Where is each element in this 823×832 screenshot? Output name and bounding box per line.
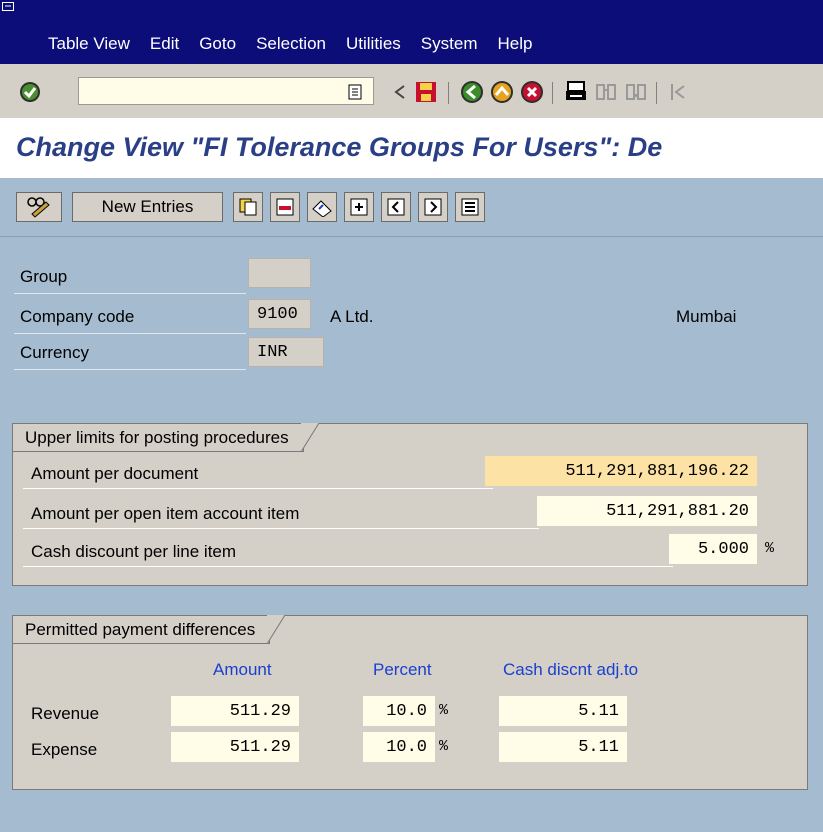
- print-icon[interactable]: [564, 80, 588, 104]
- company-name: A Ltd.: [330, 307, 374, 326]
- cash-discount-per-line-field[interactable]: 5.000: [669, 534, 757, 564]
- column-header-cash-discount: Cash discnt adj.to: [503, 660, 639, 679]
- separator: [656, 82, 657, 104]
- menu-edit[interactable]: Edit: [150, 34, 179, 54]
- row-divider: [14, 293, 246, 294]
- tab-slant: [267, 615, 286, 644]
- exit-icon[interactable]: [490, 80, 514, 104]
- row-divider: [23, 528, 539, 529]
- expense-label: Expense: [31, 740, 98, 759]
- amount-per-document-label: Amount per document: [31, 464, 199, 483]
- application-toolbar: New Entries: [0, 178, 823, 237]
- list-icon: [461, 198, 479, 216]
- delete-icon: [276, 198, 294, 216]
- percent-unit: %: [765, 540, 775, 557]
- next-entry-button[interactable]: [418, 192, 448, 222]
- amount-per-document-field[interactable]: 511,291,881,196.22: [485, 456, 757, 486]
- new-entries-button[interactable]: New Entries: [72, 192, 223, 222]
- revenue-cash-discount-field[interactable]: 5.11: [499, 696, 627, 726]
- find-icon[interactable]: [594, 80, 618, 104]
- cancel-icon[interactable]: [520, 80, 544, 104]
- menu-table-view[interactable]: Table View: [48, 34, 130, 54]
- previous-entry-button[interactable]: [381, 192, 411, 222]
- row-divider: [23, 488, 493, 489]
- next-entry-icon: [424, 198, 442, 216]
- variable-list-button[interactable]: [455, 192, 485, 222]
- save-icon[interactable]: [414, 80, 438, 104]
- display-change-button[interactable]: [16, 192, 62, 222]
- copy-as-button[interactable]: [233, 192, 263, 222]
- column-header-amount: Amount: [213, 660, 272, 679]
- separator: [552, 82, 553, 104]
- company-city: Mumbai: [676, 307, 737, 326]
- menu-selection[interactable]: Selection: [256, 34, 326, 54]
- revenue-percent-field[interactable]: 10.0: [363, 696, 435, 726]
- payment-differences-title: Permitted payment differences: [13, 615, 286, 644]
- upper-limits-group: Upper limits for posting procedures Amou…: [12, 423, 808, 586]
- copy-icon: [239, 198, 257, 216]
- group-label: Group: [20, 267, 68, 286]
- currency-field: INR: [248, 337, 324, 367]
- expense-percent-field[interactable]: 10.0: [363, 732, 435, 762]
- dropdown-icon[interactable]: [346, 82, 364, 102]
- pencil-glasses-icon: [27, 197, 50, 218]
- row-divider: [14, 369, 246, 370]
- select-all-button[interactable]: [344, 192, 374, 222]
- back-arrow-icon[interactable]: [388, 80, 412, 104]
- menu-help[interactable]: Help: [497, 34, 532, 54]
- page-title: Change View "FI Tolerance Groups For Use…: [16, 132, 663, 162]
- group-field: [248, 258, 311, 288]
- first-page-icon[interactable]: [666, 80, 690, 104]
- payment-differences-group: Permitted payment differences Amount Per…: [12, 615, 808, 790]
- menu: Table View Edit Goto Selection Utilities…: [48, 34, 552, 54]
- percent-unit: %: [439, 738, 449, 755]
- menu-bar: Table View Edit Goto Selection Utilities…: [0, 0, 823, 64]
- previous-entry-icon: [387, 198, 405, 216]
- amount-per-open-item-label: Amount per open item account item: [31, 504, 300, 523]
- company-code-field: 9100: [248, 299, 311, 329]
- column-header-percent: Percent: [373, 660, 432, 679]
- row-divider: [23, 566, 673, 567]
- revenue-label: Revenue: [31, 704, 100, 723]
- standard-toolbar: [0, 64, 823, 119]
- back-icon[interactable]: [460, 80, 484, 104]
- separator: [448, 82, 449, 104]
- title-bar: Change View "FI Tolerance Groups For Use…: [0, 118, 823, 178]
- amount-per-open-item-field[interactable]: 511,291,881.20: [537, 496, 757, 526]
- main-area: Group Company code 9100 A Ltd. Mumbai Cu…: [0, 237, 823, 832]
- revenue-amount-field[interactable]: 511.29: [171, 696, 299, 726]
- upper-limits-title: Upper limits for posting procedures: [13, 423, 319, 452]
- cash-discount-per-line-label: Cash discount per line item: [31, 542, 237, 561]
- tab-slant: [300, 423, 319, 452]
- row-divider: [14, 333, 246, 334]
- undo-change-button[interactable]: [307, 192, 337, 222]
- check-icon[interactable]: [18, 80, 42, 104]
- upper-limits-title-text: Upper limits for posting procedures: [25, 427, 289, 447]
- find-next-icon[interactable]: [624, 80, 648, 104]
- currency-label: Currency: [20, 343, 89, 362]
- percent-unit: %: [439, 702, 449, 719]
- expense-cash-discount-field[interactable]: 5.11: [499, 732, 627, 762]
- delete-button[interactable]: [270, 192, 300, 222]
- system-menu-icon[interactable]: [2, 2, 14, 14]
- new-entries-label: New Entries: [101, 197, 194, 216]
- company-code-label: Company code: [20, 307, 135, 326]
- command-field[interactable]: [78, 77, 374, 105]
- menu-system[interactable]: System: [421, 34, 478, 54]
- undo-icon: [312, 200, 332, 217]
- expense-amount-field[interactable]: 511.29: [171, 732, 299, 762]
- select-all-icon: [350, 198, 368, 216]
- menu-goto[interactable]: Goto: [199, 34, 236, 54]
- menu-utilities[interactable]: Utilities: [346, 34, 401, 54]
- payment-differences-title-text: Permitted payment differences: [25, 619, 256, 639]
